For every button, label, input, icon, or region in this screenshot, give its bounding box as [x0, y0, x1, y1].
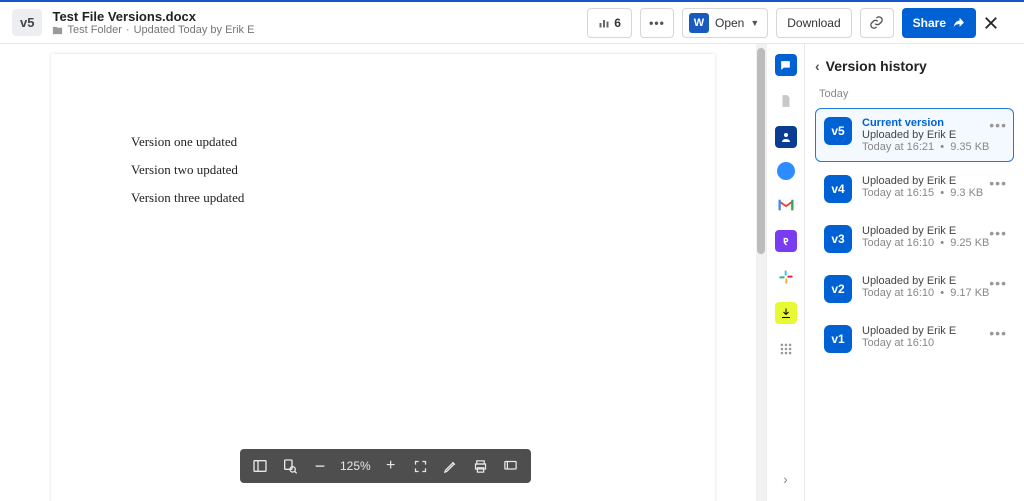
rail-zoom-icon[interactable] [777, 162, 795, 180]
folder-icon [52, 25, 63, 36]
uploaded-by: Uploaded by Erik E [862, 325, 956, 337]
document-page: Version one updated Version two updated … [51, 54, 715, 501]
version-item-menu[interactable]: ••• [989, 175, 1007, 191]
version-item-menu[interactable]: ••• [989, 225, 1007, 241]
chevron-down-icon: ▼ [750, 18, 759, 28]
file-title: Test File Versions.docx [52, 9, 254, 24]
doc-line: Version three updated [131, 190, 635, 206]
version-item-menu[interactable]: ••• [989, 325, 1007, 341]
version-panel-title: Version history [826, 58, 927, 74]
viewer-toolbar: − 125% + [240, 449, 531, 483]
rail-collapse-icon[interactable]: › [783, 471, 788, 487]
zoom-in-button[interactable]: + [377, 453, 405, 479]
version-time-size: Today at 16:10 • 9.25 KB [862, 237, 989, 249]
main-area: Version one updated Version two updated … [0, 44, 1024, 501]
header-bar: v5 Test File Versions.docx Test Folder ·… [0, 0, 1024, 44]
current-version-label: Current version [862, 117, 989, 129]
rail-apps-icon[interactable] [775, 338, 797, 360]
rail-file-icon[interactable] [775, 90, 797, 112]
uploaded-by: Uploaded by Erik E [862, 225, 989, 237]
version-number-badge: v3 [824, 225, 852, 253]
open-label: Open [715, 16, 744, 30]
find-button[interactable] [276, 453, 304, 479]
version-time-size: Today at 16:10 • 9.17 KB [862, 287, 989, 299]
version-time-size: Today at 16:10 [862, 337, 956, 349]
present-button[interactable] [497, 453, 525, 479]
uploaded-by: Uploaded by Erik E [862, 275, 989, 287]
close-button[interactable] [982, 14, 1012, 32]
rail-gmail-icon[interactable] [775, 194, 797, 216]
back-button[interactable]: ‹ [815, 58, 820, 74]
version-number-badge: v5 [824, 117, 852, 145]
uploaded-by: Uploaded by Erik E [862, 175, 983, 187]
version-number-badge: v4 [824, 175, 852, 203]
doc-line: Version two updated [131, 162, 635, 178]
scrollbar-track[interactable] [756, 44, 766, 501]
rail-slack-icon[interactable] [775, 266, 797, 288]
word-icon: W [689, 13, 709, 33]
version-item-menu[interactable]: ••• [989, 275, 1007, 291]
open-button[interactable]: W Open ▼ [682, 8, 768, 38]
version-item[interactable]: v1 Uploaded by Erik E Today at 16:10 ••• [815, 316, 1014, 362]
doc-line: Version one updated [131, 134, 635, 150]
rail-comments-icon[interactable] [775, 54, 797, 76]
fullscreen-button[interactable] [407, 453, 435, 479]
sidebar-toggle-button[interactable] [246, 453, 274, 479]
version-group-label: Today [819, 88, 1014, 100]
more-icon: ••• [649, 16, 665, 30]
folder-name[interactable]: Test Folder [67, 24, 121, 36]
version-time-size: Today at 16:15 • 9.3 KB [862, 187, 983, 199]
version-number-badge: v1 [824, 325, 852, 353]
version-item[interactable]: v4 Uploaded by Erik E Today at 16:15 • 9… [815, 166, 1014, 212]
version-item-current[interactable]: v5 Current version Uploaded by Erik E To… [815, 108, 1014, 162]
download-button[interactable]: Download [776, 8, 851, 38]
annotate-button[interactable] [437, 453, 465, 479]
link-icon [869, 15, 884, 30]
more-button[interactable]: ••• [640, 8, 674, 38]
version-item[interactable]: v3 Uploaded by Erik E Today at 16:10 • 9… [815, 216, 1014, 262]
scrollbar-thumb[interactable] [757, 48, 765, 254]
print-button[interactable] [467, 453, 495, 479]
version-badge: v5 [12, 9, 42, 36]
rail-skills-icon[interactable] [775, 126, 797, 148]
share-arrow-icon [952, 16, 965, 29]
file-subtitle: Test Folder · Updated Today by Erik E [52, 24, 254, 36]
share-button[interactable]: Share [902, 8, 976, 38]
stats-count: 6 [614, 16, 621, 30]
uploaded-by: Uploaded by Erik E [862, 129, 989, 141]
zoom-out-button[interactable]: − [306, 453, 334, 479]
copy-link-button[interactable] [860, 8, 894, 38]
version-time-size: Today at 16:21 • 9.35 KB [862, 141, 989, 153]
document-viewport: Version one updated Version two updated … [0, 44, 766, 501]
updated-text: Updated Today by Erik E [134, 24, 255, 36]
version-history-panel: ‹ Version history Today v5 Current versi… [804, 44, 1024, 501]
share-label: Share [913, 16, 946, 30]
version-item[interactable]: v2 Uploaded by Erik E Today at 16:10 • 9… [815, 266, 1014, 312]
stats-button[interactable]: 6 [587, 8, 632, 38]
download-label: Download [787, 16, 840, 30]
stats-icon [598, 17, 610, 29]
zoom-level: 125% [336, 459, 375, 473]
rail-download-icon[interactable] [775, 302, 797, 324]
dot-sep: · [126, 24, 130, 36]
version-panel-header: ‹ Version history [815, 58, 1014, 74]
title-block: Test File Versions.docx Test Folder · Up… [52, 9, 254, 36]
rail-adobe-icon[interactable] [775, 230, 797, 252]
version-number-badge: v2 [824, 275, 852, 303]
version-item-menu[interactable]: ••• [989, 117, 1007, 133]
app-rail: › [766, 44, 804, 501]
